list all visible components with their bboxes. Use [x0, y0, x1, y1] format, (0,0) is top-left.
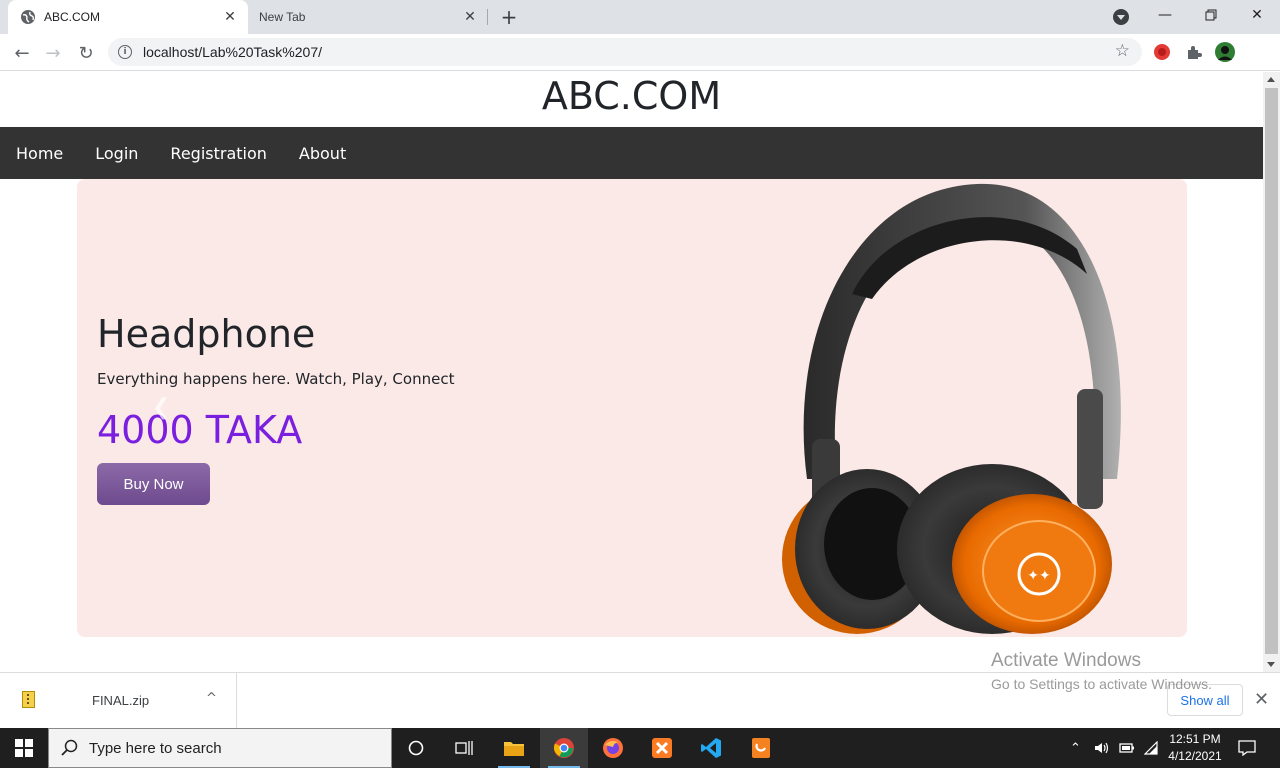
restore-icon [1205, 9, 1217, 21]
tab-new[interactable]: New Tab ✕ [248, 0, 488, 34]
scroll-up-icon[interactable] [1267, 77, 1275, 82]
file-explorer-icon[interactable] [490, 728, 538, 768]
windows-start-button[interactable] [0, 728, 48, 768]
windows-logo-icon [15, 739, 33, 757]
windows-taskbar: Type here to search ⌃ 12:51 PM 4/12/2021 [0, 728, 1280, 768]
site-navbar: Home Login Registration About [0, 127, 1263, 179]
wifi-icon[interactable] [1144, 728, 1158, 768]
headphone-image: ✦✦ [782, 183, 1121, 634]
taskbar-search-input[interactable]: Type here to search [48, 728, 392, 768]
tab-abc[interactable]: ABC.COM ✕ [8, 0, 248, 34]
zip-file-icon [22, 691, 35, 708]
hero-price: 4000 TAKA [97, 408, 303, 452]
avatar[interactable] [1215, 42, 1235, 62]
info-icon[interactable]: i [118, 45, 132, 59]
address-bar[interactable]: i localhost/Lab%20Task%207/ ☆ [108, 38, 1142, 66]
close-window-button[interactable]: ✕ [1242, 4, 1272, 26]
nav-about[interactable]: About [299, 144, 346, 163]
clock-time: 12:51 PM [1169, 732, 1221, 746]
buy-now-button[interactable]: Buy Now [97, 463, 210, 505]
hero-heading: Headphone [97, 312, 316, 356]
site-title: ABC.COM [541, 74, 722, 118]
search-icon [61, 739, 78, 756]
forward-arrow-icon[interactable]: → [40, 40, 66, 66]
tab-title: ABC.COM [44, 10, 101, 24]
close-icon[interactable]: ✕ [462, 9, 478, 25]
new-tab-button[interactable]: + [498, 5, 520, 29]
page-content: ABC.COM Home Login Registration About He… [0, 72, 1263, 672]
tab-title: New Tab [259, 10, 306, 24]
svg-text:✦✦: ✦✦ [1027, 568, 1051, 584]
close-icon[interactable]: ✕ [222, 9, 238, 25]
bookmark-star-icon[interactable]: ☆ [1115, 41, 1130, 61]
puzzle-extensions-icon[interactable] [1184, 42, 1204, 62]
pdf-reader-icon[interactable] [737, 728, 785, 768]
scrollbar-thumb[interactable] [1265, 88, 1278, 654]
clock-date: 4/12/2021 [1168, 749, 1222, 763]
nav-login[interactable]: Login [95, 144, 138, 163]
globe-icon [21, 10, 35, 24]
browser-toolbar: ← → ↻ i localhost/Lab%20Task%207/ ☆ [0, 34, 1280, 71]
scroll-down-icon[interactable] [1267, 662, 1275, 667]
battery-icon[interactable] [1119, 728, 1135, 768]
watermark-subtitle: Go to Settings to activate Windows. [991, 676, 1212, 692]
hero-subtitle: Everything happens here. Watch, Play, Co… [97, 370, 455, 388]
search-placeholder: Type here to search [89, 740, 222, 757]
xampp-icon[interactable] [638, 728, 686, 768]
hero-carousel: Headphone Everything happens here. Watch… [77, 179, 1187, 637]
watermark-title: Activate Windows [991, 650, 1141, 671]
tab-search-icon[interactable] [1113, 9, 1129, 25]
back-arrow-icon[interactable]: ← [9, 40, 35, 66]
firefox-icon[interactable] [589, 728, 637, 768]
extension-record-icon[interactable] [1152, 42, 1172, 62]
vscode-icon[interactable] [687, 728, 735, 768]
system-clock[interactable]: 12:51 PM 4/12/2021 [1160, 731, 1230, 765]
task-view-icon[interactable] [440, 728, 488, 768]
activate-windows-watermark: Activate Windows Go to Settings to activ… [991, 650, 1212, 692]
close-download-bar-icon[interactable]: ✕ [1254, 689, 1269, 710]
nav-registration[interactable]: Registration [170, 144, 266, 163]
reload-icon[interactable]: ↻ [73, 40, 99, 66]
url-text[interactable]: localhost/Lab%20Task%207/ [143, 44, 322, 60]
notifications-icon[interactable] [1238, 728, 1256, 768]
download-filename[interactable]: FINAL.zip [92, 693, 149, 708]
restore-button[interactable] [1196, 4, 1226, 26]
carousel-prev-icon[interactable]: ❮ [152, 395, 170, 420]
minimize-button[interactable]: — [1150, 4, 1180, 26]
cortana-icon[interactable] [392, 728, 440, 768]
show-hidden-icons-icon[interactable]: ⌃ [1070, 728, 1081, 768]
page-scrollbar[interactable] [1263, 72, 1280, 672]
download-item[interactable]: FINAL.zip ^ [0, 673, 237, 729]
volume-icon[interactable] [1094, 728, 1110, 768]
browser-window: ABC.COM ✕ New Tab ✕ + — ✕ ← → ↻ i localh… [0, 0, 1280, 729]
chrome-icon[interactable] [540, 728, 588, 768]
chevron-up-icon[interactable]: ^ [206, 691, 217, 706]
tab-strip: ABC.COM ✕ New Tab ✕ + — ✕ [0, 0, 1280, 34]
nav-home[interactable]: Home [16, 144, 63, 163]
tab-separator [487, 9, 488, 25]
